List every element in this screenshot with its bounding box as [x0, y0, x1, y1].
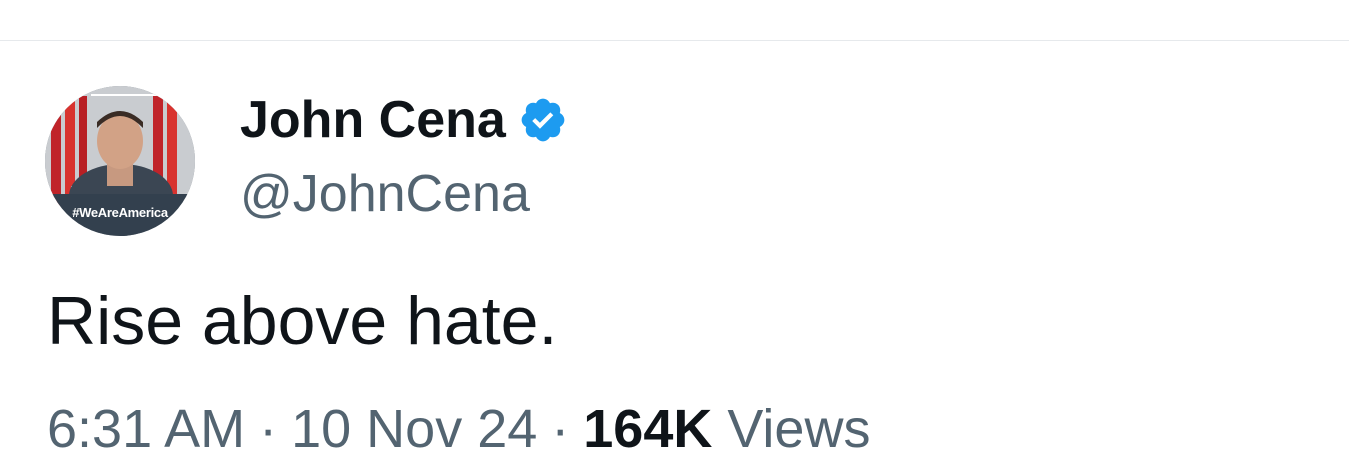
tweet-text: Rise above hate.: [47, 283, 558, 359]
views-label: Views: [727, 399, 871, 450]
tweet-date: 10 Nov 24: [291, 399, 538, 450]
tweet-detail-view: #WeAreAmerica John Cena @JohnCena Rise a…: [0, 0, 1349, 450]
meta-separator: ·: [259, 399, 278, 450]
verified-badge-icon[interactable]: [518, 95, 568, 145]
author-handle[interactable]: @JohnCena: [240, 163, 530, 225]
views-count: 164K: [583, 399, 713, 450]
avatar[interactable]: #WeAreAmerica: [45, 86, 195, 236]
tweet-time-text: 6:31 AM: [47, 399, 246, 450]
author-display-name[interactable]: John Cena: [240, 89, 506, 151]
tweet-meta: 6:31 AM · 10 Nov 24 · 164K Views: [47, 396, 870, 450]
top-divider: [0, 40, 1349, 41]
author-name-row: John Cena: [240, 89, 568, 151]
meta-separator: ·: [551, 399, 570, 450]
tweet-time[interactable]: 6:31 AM · 10 Nov 24: [47, 399, 537, 450]
avatar-overlay-text: #WeAreAmerica: [72, 205, 168, 220]
